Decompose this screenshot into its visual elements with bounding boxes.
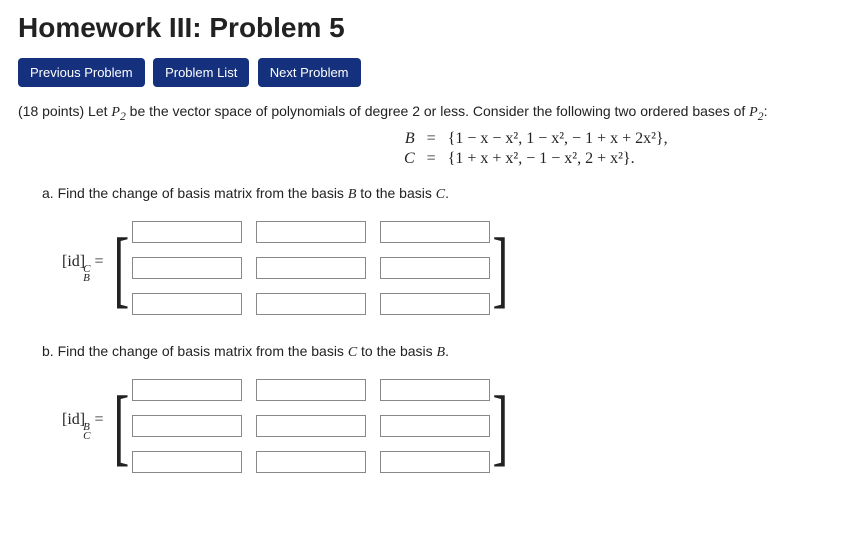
right-bracket-icon: ] (493, 387, 509, 465)
matrix-a-cell-32[interactable] (256, 293, 366, 315)
matrix-b-cell-22[interactable] (256, 415, 366, 437)
next-problem-button[interactable]: Next Problem (258, 58, 361, 87)
matrix-a-cell-13[interactable] (380, 221, 490, 243)
matrix-b-cell-23[interactable] (380, 415, 490, 437)
basis-b-set: {1 − x − x², 1 − x², − 1 + x + 2x²}, (442, 129, 674, 149)
nav-buttons: Previous Problem Problem List Next Probl… (18, 58, 825, 87)
matrix-b-cell-32[interactable] (256, 451, 366, 473)
left-bracket-icon: [ (114, 387, 130, 465)
basis-c-set: {1 + x + x², − 1 − x², 2 + x²}. (442, 149, 674, 169)
equals-sign: = (421, 129, 442, 149)
problem-list-button[interactable]: Problem List (153, 58, 249, 87)
problem-statement: (18 points) Let P2 be the vector space o… (18, 101, 825, 123)
matrix-a-cell-31[interactable] (132, 293, 242, 315)
matrix-b-cell-11[interactable] (132, 379, 242, 401)
matrix-a-cell-21[interactable] (132, 257, 242, 279)
basis-c-symbol: C (404, 150, 415, 167)
part-a-text: a. Find the change of basis matrix from … (42, 185, 825, 203)
left-bracket-icon: [ (114, 229, 130, 307)
basis-definitions: B = {1 − x − x², 1 − x², − 1 + x + 2x²},… (18, 129, 825, 169)
matrix-b-cell-12[interactable] (256, 379, 366, 401)
matrix-a-cell-33[interactable] (380, 293, 490, 315)
degree-value: 2 (412, 103, 420, 119)
equals-sign: = (421, 149, 442, 169)
part-b-text: b. Find the change of basis matrix from … (42, 343, 825, 361)
intro-text-d: : (764, 103, 768, 119)
matrix-a-row: [id]CB = [ ] (62, 213, 825, 323)
intro-text-c: or less. Consider the following two orde… (420, 103, 749, 119)
matrix-a-cell-23[interactable] (380, 257, 490, 279)
matrix-a-grid (130, 213, 492, 323)
points-label: (18 points) (18, 103, 88, 119)
matrix-b-grid (130, 371, 492, 481)
intro-text-b: be the vector space of polynomials of de… (126, 103, 412, 119)
matrix-a-cell-11[interactable] (132, 221, 242, 243)
p2-symbol-2: P2 (749, 105, 763, 120)
matrix-b-cell-13[interactable] (380, 379, 490, 401)
p2-symbol: P2 (111, 105, 125, 120)
right-bracket-icon: ] (493, 229, 509, 307)
matrix-b-cell-33[interactable] (380, 451, 490, 473)
matrix-a-label: [id]CB = (62, 253, 103, 283)
matrix-b-cell-21[interactable] (132, 415, 242, 437)
matrix-b-row: [id]BC = [ ] (62, 371, 825, 481)
intro-text-a: Let (88, 103, 111, 119)
matrix-b-cell-31[interactable] (132, 451, 242, 473)
matrix-a-cell-22[interactable] (256, 257, 366, 279)
matrix-b-label: [id]BC = (62, 411, 103, 441)
page-title: Homework III: Problem 5 (18, 12, 825, 44)
basis-b-symbol: B (405, 130, 415, 147)
prev-problem-button[interactable]: Previous Problem (18, 58, 145, 87)
matrix-a-cell-12[interactable] (256, 221, 366, 243)
